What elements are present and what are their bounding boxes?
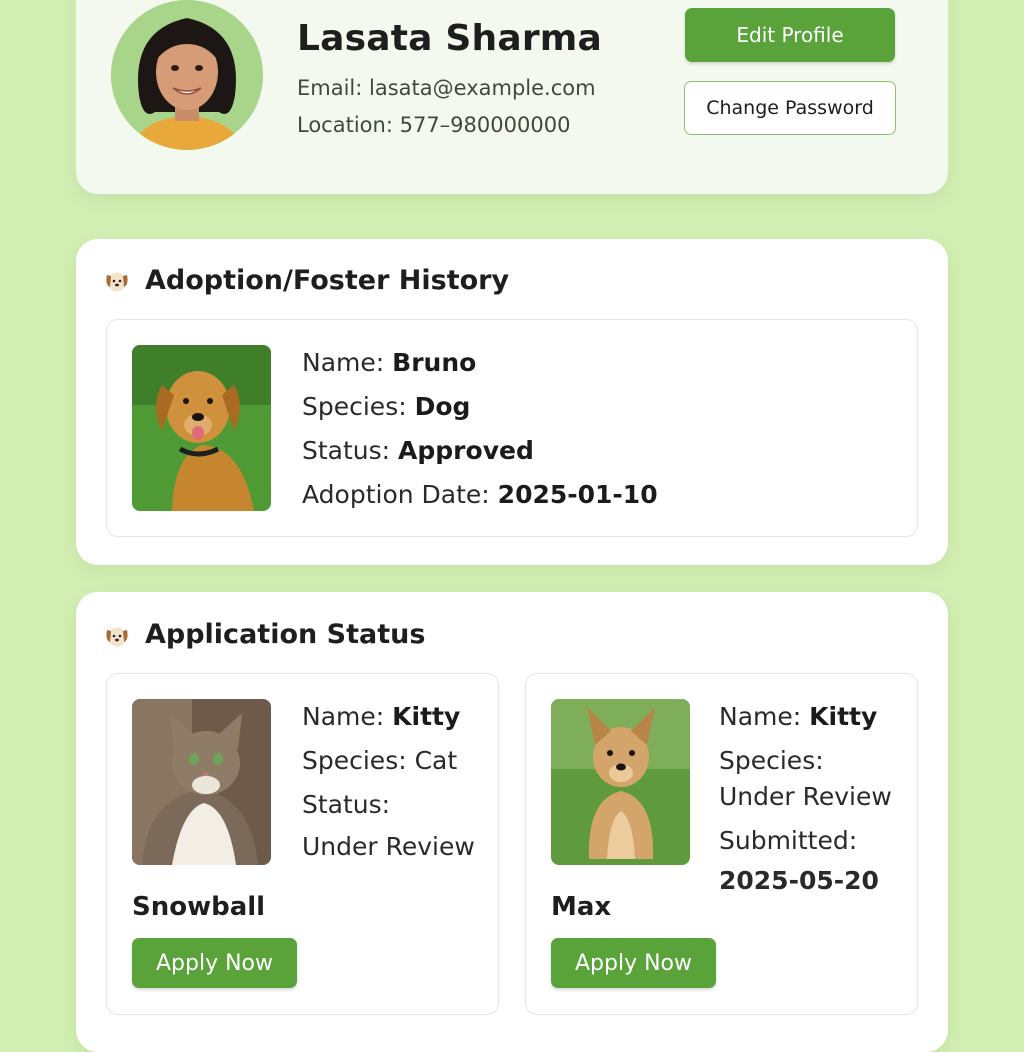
location-label: Location: [297, 113, 393, 137]
pet-status-line: Status: Approved [302, 436, 534, 465]
pet-photo-bruno [132, 345, 271, 511]
pet-photo-puppy [551, 699, 690, 865]
app1-species-value: Cat [414, 746, 458, 775]
pet-photo-cat [132, 699, 271, 865]
email-line: Email: lasata@example.com [297, 76, 596, 100]
pet-date-label: Adoption Date: [302, 480, 490, 509]
app1-status-value: Under Review [302, 832, 475, 861]
app2-name-line: Name: Kitty [719, 702, 877, 731]
apply-now-button[interactable]: Apply Now [551, 938, 716, 988]
location-line: Location: 577–980000000 [297, 113, 570, 137]
pet-date-line: Adoption Date: 2025-01-10 [302, 480, 658, 509]
pet-species-value: Dog [414, 392, 471, 421]
app2-pet-title: Max [551, 892, 612, 922]
dog-face-icon [106, 627, 128, 647]
profile-name: Lasata Sharma [297, 18, 602, 59]
app2-submitted-label: Submitted: [719, 826, 858, 855]
puppy-photo-icon [551, 699, 690, 865]
app1-pet-title: Snowball [132, 892, 266, 922]
pet-status-label: Status: [302, 436, 391, 465]
pet-species-label: Species: [302, 392, 407, 421]
app2-species-label: Species: [719, 746, 824, 775]
adoption-history-card: Adoption/Foster History Name: Bruno Spec… [76, 239, 948, 565]
pet-name-value: Bruno [392, 348, 477, 377]
dog-face-icon [106, 272, 128, 292]
user-portrait-icon [111, 0, 263, 150]
pet-name-label: Name: [302, 348, 385, 377]
pet-date-value: 2025-01-10 [497, 480, 658, 509]
app2-species-value: Under Review [719, 782, 892, 811]
email-label: Email: [297, 76, 363, 100]
history-title: Adoption/Foster History [145, 265, 510, 296]
avatar[interactable] [111, 0, 263, 150]
app2-name-value: Kitty [809, 702, 878, 731]
apply-now-button[interactable]: Apply Now [132, 938, 297, 988]
application-card[interactable]: Name: Kitty Species: Under Review Submit… [525, 673, 918, 1015]
pet-name-line: Name: Bruno [302, 348, 476, 377]
change-password-button[interactable]: Change Password [684, 81, 896, 135]
location-value: 577–980000000 [399, 113, 571, 137]
app2-name-label: Name: [719, 702, 802, 731]
app1-species-label: Species: [302, 746, 407, 775]
app1-name-line: Name: Kitty [302, 702, 460, 731]
app1-name-label: Name: [302, 702, 385, 731]
pet-species-line: Species: Dog [302, 392, 470, 421]
edit-profile-button[interactable]: Edit Profile [685, 8, 895, 62]
app1-status-label: Status: [302, 790, 391, 819]
profile-card: Lasata Sharma Email: lasata@example.com … [76, 0, 948, 194]
app1-name-value: Kitty [392, 702, 461, 731]
application-card[interactable]: Name: Kitty Species: Cat Status: Under R… [106, 673, 499, 1015]
dog-photo-icon [132, 345, 271, 511]
history-pet-card[interactable]: Name: Bruno Species: Dog Status: Approve… [106, 319, 918, 537]
app2-submitted-value: 2025-05-20 [719, 866, 879, 895]
pet-status-value: Approved [398, 436, 534, 465]
app1-species-line: Species: Cat [302, 746, 457, 775]
cat-photo-icon [132, 699, 271, 865]
application-status-card: Application Status Name: Kitty Species: … [76, 592, 948, 1052]
email-value: lasata@example.com [369, 76, 596, 100]
application-status-title: Application Status [145, 619, 426, 650]
